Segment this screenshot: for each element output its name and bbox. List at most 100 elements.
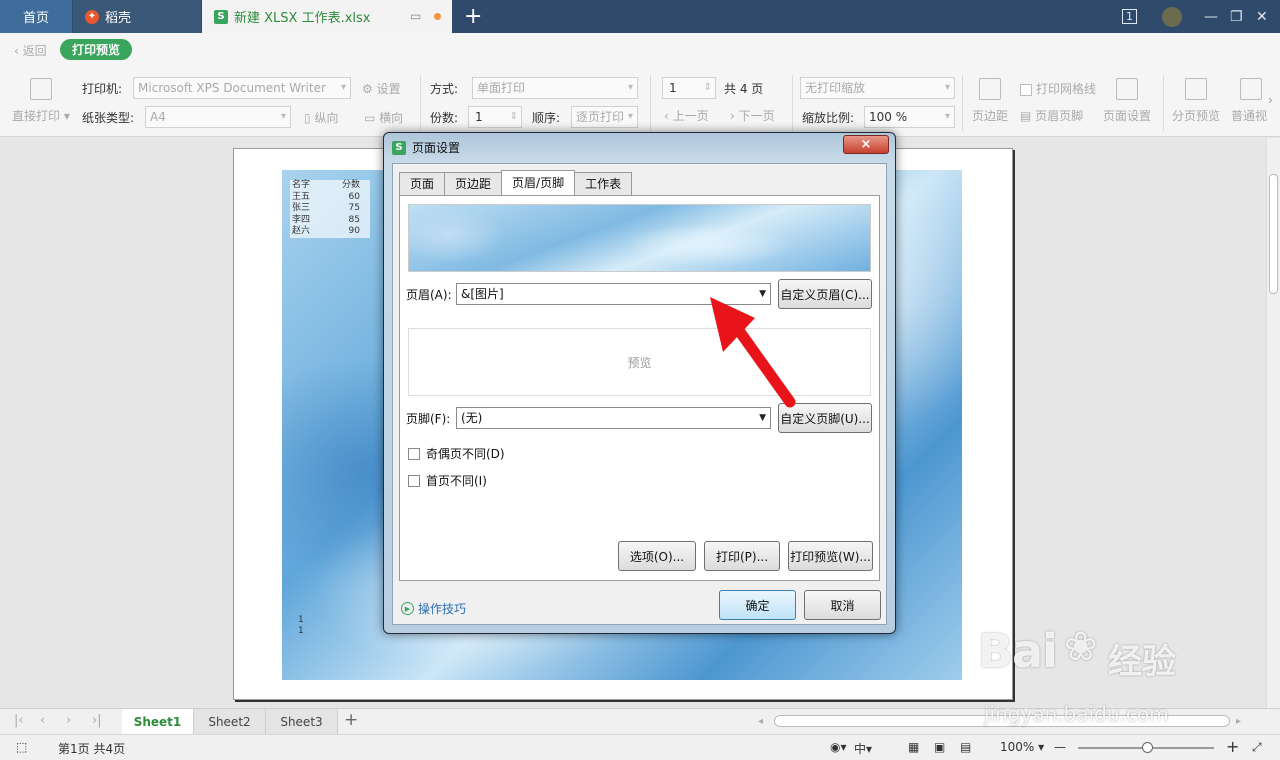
paper-type-label: 纸张类型: (82, 111, 135, 125)
vertical-scrollbar[interactable] (1266, 138, 1280, 708)
checkbox-icon (408, 474, 420, 487)
scrollbar-thumb[interactable] (1269, 174, 1278, 294)
back-button[interactable]: ‹ 返回 (14, 42, 47, 59)
page-break-preview-button[interactable]: 分页预览 (1172, 107, 1220, 124)
macro-icon[interactable]: ⬚ (16, 740, 27, 754)
landscape-button[interactable]: ▭ 横向 (364, 109, 403, 126)
toolbar-divider (1163, 75, 1164, 131)
fullscreen-icon[interactable]: ⤢ (1252, 740, 1262, 755)
spreadsheet-s-icon: S (392, 140, 406, 155)
tab-margins[interactable]: 页边距 (444, 172, 503, 195)
prev-page-button[interactable]: ‹ 上一页 (664, 107, 709, 124)
gear-icon: ⚙ (362, 82, 373, 96)
flame-icon: ✦ (85, 9, 99, 24)
options-button[interactable]: 选项(O)... (618, 541, 696, 571)
paper-type-select[interactable]: A4 (145, 106, 291, 128)
tab-document-label: 新建 XLSX 工作表.xlsx (234, 11, 371, 26)
next-page-button[interactable]: › 下一页 (730, 107, 775, 124)
print-preview-toolbar: 直接打印 ▾ 打印机: Microsoft XPS Document Write… (0, 69, 1280, 137)
settings-button[interactable]: ⚙ 设置 (362, 80, 401, 97)
first-sheet-icon[interactable]: |‹ (14, 713, 24, 728)
close-window-icon[interactable]: ✕ (1256, 0, 1268, 33)
last-sheet-icon[interactable]: ›| (92, 713, 102, 728)
sheet-tab-3[interactable]: Sheet3 (266, 709, 338, 734)
zoom-level[interactable]: 100% ▾ (1000, 740, 1044, 754)
page-layout-icon[interactable]: ▣ (934, 740, 945, 754)
first-page-checkbox[interactable]: 首页不同(I) (408, 472, 487, 489)
scroll-left-icon[interactable]: ◂ (758, 716, 763, 727)
sub-bar: ‹ 返回 打印预览 (0, 33, 1280, 69)
copies-stepper[interactable]: 1 (468, 106, 522, 128)
zoom-slider[interactable] (1078, 742, 1214, 753)
sheet-tab-1[interactable]: Sheet1 (122, 709, 194, 734)
cancel-button[interactable]: 取消 (804, 590, 881, 620)
page-setup-icon (1116, 78, 1138, 100)
print-preview-button[interactable]: 打印预览(W)... (788, 541, 873, 571)
dialog-title-bar: S 页面设置 (392, 139, 460, 156)
print-button[interactable]: 打印(P)... (704, 541, 780, 571)
normal-view-icon[interactable]: ▦ (908, 740, 919, 754)
custom-header-button[interactable]: 自定义页眉(C)... (778, 279, 872, 309)
add-sheet-button[interactable]: + (344, 710, 358, 730)
ok-button[interactable]: 确定 (719, 590, 796, 620)
scroll-right-icon[interactable]: ▸ (1236, 716, 1241, 727)
new-tab-button[interactable]: + (464, 4, 482, 29)
play-icon: ▶ (401, 602, 414, 615)
page-indicator-icon[interactable]: 1 (1122, 0, 1137, 33)
tab-daoke[interactable]: ✦ 稻壳 (73, 0, 201, 33)
table-header-row: 名字 分数 (290, 180, 370, 192)
prev-sheet-icon[interactable]: ‹ (40, 713, 45, 728)
page-break-icon[interactable]: ▤ (960, 740, 971, 754)
page-setup-button[interactable]: 页面设置 (1103, 107, 1151, 124)
watermark-url: jingyan.baidu.com (984, 702, 1169, 726)
tab-page[interactable]: 页面 (399, 172, 446, 195)
method-select[interactable]: 单面打印 (472, 77, 638, 99)
normal-view-button[interactable]: 普通视 (1231, 107, 1267, 124)
page-landscape-icon: ▭ (364, 111, 376, 125)
margins-button[interactable]: 页边距 (972, 107, 1008, 124)
header-footer-button[interactable]: ▤ 页眉页脚 (1020, 107, 1083, 124)
copies-label: 份数: (430, 111, 459, 125)
eye-icon[interactable]: ◉▾ (830, 740, 847, 754)
header-select[interactable]: &[图片] ▼ (456, 283, 771, 305)
scale-mode-select[interactable]: 无打印缩放 (800, 77, 955, 99)
tab-worksheet[interactable]: 工作表 (574, 172, 633, 195)
tips-link[interactable]: ▶ 操作技巧 (401, 600, 466, 617)
zoom-in-icon[interactable]: + (1226, 737, 1239, 756)
portrait-button[interactable]: ▯ 纵向 (304, 109, 338, 126)
status-bar: ⬚ 第1页 共4页 ◉▾ 中▾ ▦ ▣ ▤ 100% ▾ — + ⤢ (0, 734, 1280, 760)
restore-icon[interactable]: ❐ (1230, 0, 1243, 33)
ime-icon[interactable]: 中▾ (854, 740, 872, 757)
table-row: 王五 60 (290, 192, 370, 204)
tab-home[interactable]: 首页 (0, 0, 72, 33)
avatar[interactable] (1162, 0, 1182, 33)
dropdown-arrow-icon: ▼ (759, 289, 766, 299)
dialog-close-button[interactable]: × (843, 135, 889, 154)
first-page-label: 首页不同(I) (426, 474, 487, 488)
order-select[interactable]: 逐页打印 (571, 106, 638, 128)
monitor-icon[interactable]: ▭ (410, 9, 421, 23)
footer-select[interactable]: (无) ▼ (456, 407, 771, 429)
sheet-data-table: 名字 分数 王五 60 张三 75 李四 85 赵六 90 (290, 180, 370, 238)
zoom-slider-knob[interactable] (1142, 742, 1153, 753)
printer-icon (30, 78, 52, 100)
page-number-stepper[interactable]: 1 (662, 77, 716, 99)
margins-icon (979, 78, 1001, 100)
checkbox-icon (408, 447, 420, 460)
tab-header-footer[interactable]: 页眉/页脚 (501, 170, 576, 195)
sheet-tab-2[interactable]: Sheet2 (194, 709, 266, 734)
zoom-out-icon[interactable]: — (1054, 740, 1066, 754)
chevron-right-icon[interactable]: › (1268, 93, 1273, 107)
document-icon: ▤ (1020, 109, 1032, 123)
tab-document[interactable]: S 新建 XLSX 工作表.xlsx ▭ (202, 0, 452, 33)
printer-select[interactable]: Microsoft XPS Document Writer (133, 77, 351, 99)
custom-footer-button[interactable]: 自定义页脚(U)... (778, 403, 872, 433)
direct-print-button[interactable]: 直接打印 ▾ (12, 107, 70, 124)
table-row: 李四 85 (290, 215, 370, 227)
print-grid-checkbox[interactable]: 打印网格线 (1020, 80, 1096, 97)
footer-select-value: (无) (461, 411, 483, 425)
next-sheet-icon[interactable]: › (66, 713, 71, 728)
scale-select[interactable]: 100 % (864, 106, 955, 128)
minimize-icon[interactable]: — (1204, 0, 1218, 33)
odd-even-checkbox[interactable]: 奇偶页不同(D) (408, 445, 505, 462)
